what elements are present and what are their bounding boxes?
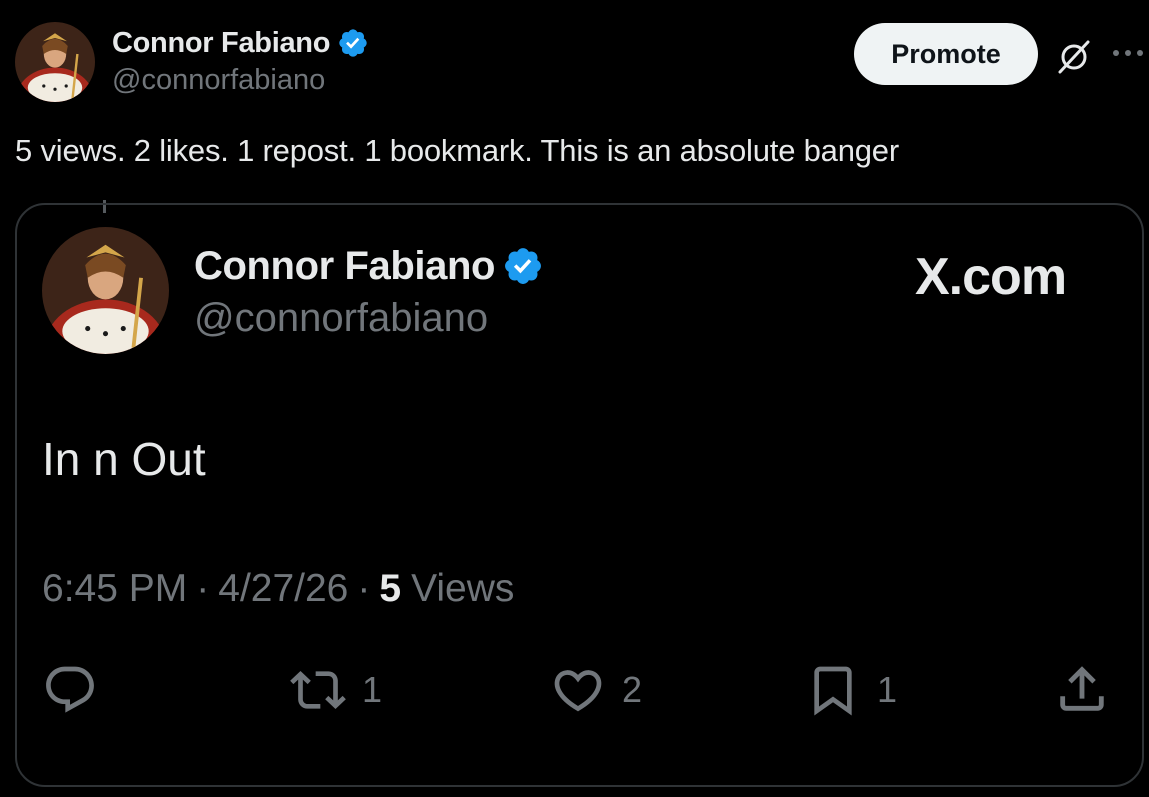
post-date: 4/27/26 — [218, 567, 349, 610]
grok-slash-circle-icon[interactable] — [1052, 34, 1096, 78]
bookmark-icon — [805, 662, 861, 718]
views-label: Views — [411, 567, 515, 610]
share-button[interactable] — [1053, 660, 1111, 718]
reply-button[interactable] — [42, 662, 114, 718]
share-icon — [1053, 660, 1111, 718]
embedded-verified-badge-icon — [502, 245, 544, 287]
author-name-row[interactable]: Connor Fabiano — [112, 24, 369, 62]
bookmark-button[interactable]: 1 — [805, 662, 897, 718]
repost-count: 1 — [362, 669, 383, 710]
bookmark-count: 1 — [877, 669, 898, 710]
views-count: 5 — [379, 567, 402, 610]
embedded-author-avatar — [42, 227, 169, 354]
verified-badge-icon — [337, 27, 369, 59]
like-button[interactable]: 2 — [550, 662, 642, 718]
embedded-author-handle: @connorfabiano — [194, 296, 489, 340]
post-text: 5 views. 2 likes. 1 repost. 1 bookmark. … — [15, 133, 899, 168]
embedded-author-name: Connor Fabiano — [194, 243, 496, 288]
post-time: 6:45 PM — [42, 567, 188, 610]
repost-button[interactable]: 1 — [290, 662, 382, 718]
heart-icon — [550, 662, 606, 718]
reply-icon — [42, 662, 98, 718]
author-avatar[interactable] — [15, 22, 95, 102]
embedded-post-text: In n Out — [42, 433, 206, 485]
like-count: 2 — [622, 669, 643, 710]
promote-button[interactable]: Promote — [854, 23, 1038, 85]
embedded-post-meta: 6:45 PM · 4/27/26 · 5 Views — [42, 567, 514, 611]
meta-separator: · — [196, 567, 210, 610]
repost-icon — [290, 662, 346, 718]
more-horizontal-icon[interactable] — [1108, 38, 1148, 68]
embedded-author-name-row: Connor Fabiano — [194, 240, 544, 292]
author-name[interactable]: Connor Fabiano — [112, 27, 330, 60]
author-handle[interactable]: @connorfabiano — [112, 64, 325, 97]
x-com-brand-label: X.com — [915, 248, 1067, 306]
meta-separator: · — [357, 567, 371, 610]
